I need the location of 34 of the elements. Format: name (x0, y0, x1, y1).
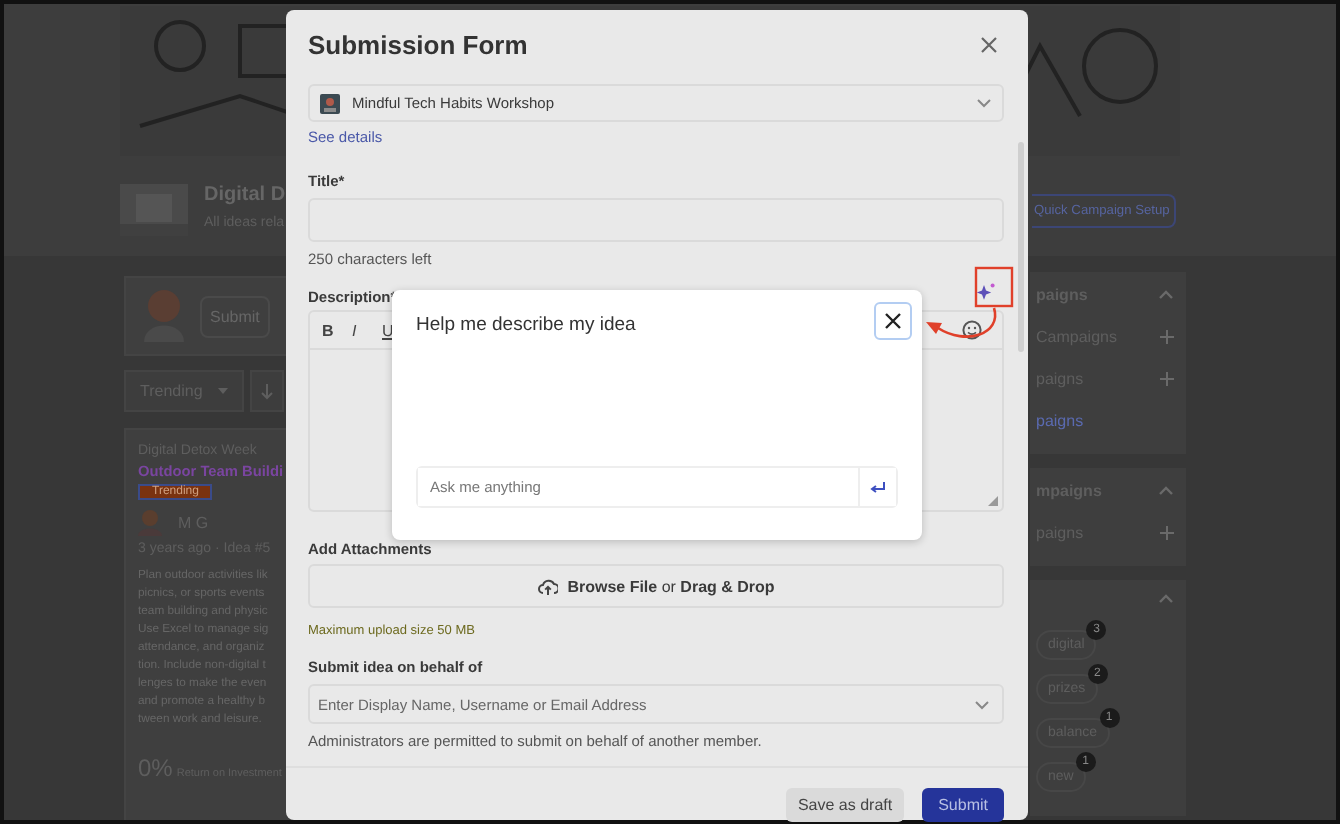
dropzone-text[interactable]: Browse File or Drag & Drop (567, 577, 775, 595)
chevron-down-icon (974, 699, 990, 709)
panel-link[interactable]: paigns (1036, 412, 1084, 430)
send-button[interactable] (858, 468, 896, 506)
avatar-icon (138, 508, 162, 536)
enter-icon (870, 481, 886, 493)
resize-handle-icon[interactable] (988, 496, 998, 506)
chevron-up-icon[interactable] (1158, 594, 1174, 604)
caret-icon (218, 388, 229, 394)
close-icon (884, 312, 902, 330)
file-dropzone[interactable]: Browse File or Drag & Drop (308, 564, 1004, 608)
annotation-box (974, 266, 1014, 308)
sort-direction-button[interactable] (250, 370, 285, 412)
emoji-icon[interactable] (962, 320, 982, 340)
chevron-up-icon[interactable] (1158, 290, 1174, 300)
format-button[interactable]: B (322, 321, 336, 339)
plus-icon[interactable] (1160, 372, 1174, 386)
arrow-down-icon (260, 384, 275, 400)
avatar-icon (144, 290, 184, 342)
annotation-arrow (926, 307, 997, 338)
save-draft-button[interactable]: Save as draft (785, 788, 905, 822)
chevron-down-icon (976, 98, 992, 108)
chevron-up-icon[interactable] (1158, 486, 1174, 496)
format-button[interactable]: U (382, 321, 396, 339)
format-button[interactable]: I (352, 321, 366, 339)
submit-button[interactable]: Submit (922, 788, 1004, 822)
cloud-upload-icon (537, 577, 558, 595)
dialog-title: Submission Form (308, 30, 528, 60)
sparkle-icon (976, 282, 996, 302)
close-icon (980, 36, 998, 54)
plus-icon[interactable] (1160, 330, 1174, 344)
campaign-thumbnail-icon (320, 93, 340, 113)
plus-icon[interactable] (1160, 526, 1174, 540)
popup-title: Help me describe my idea (416, 314, 636, 336)
